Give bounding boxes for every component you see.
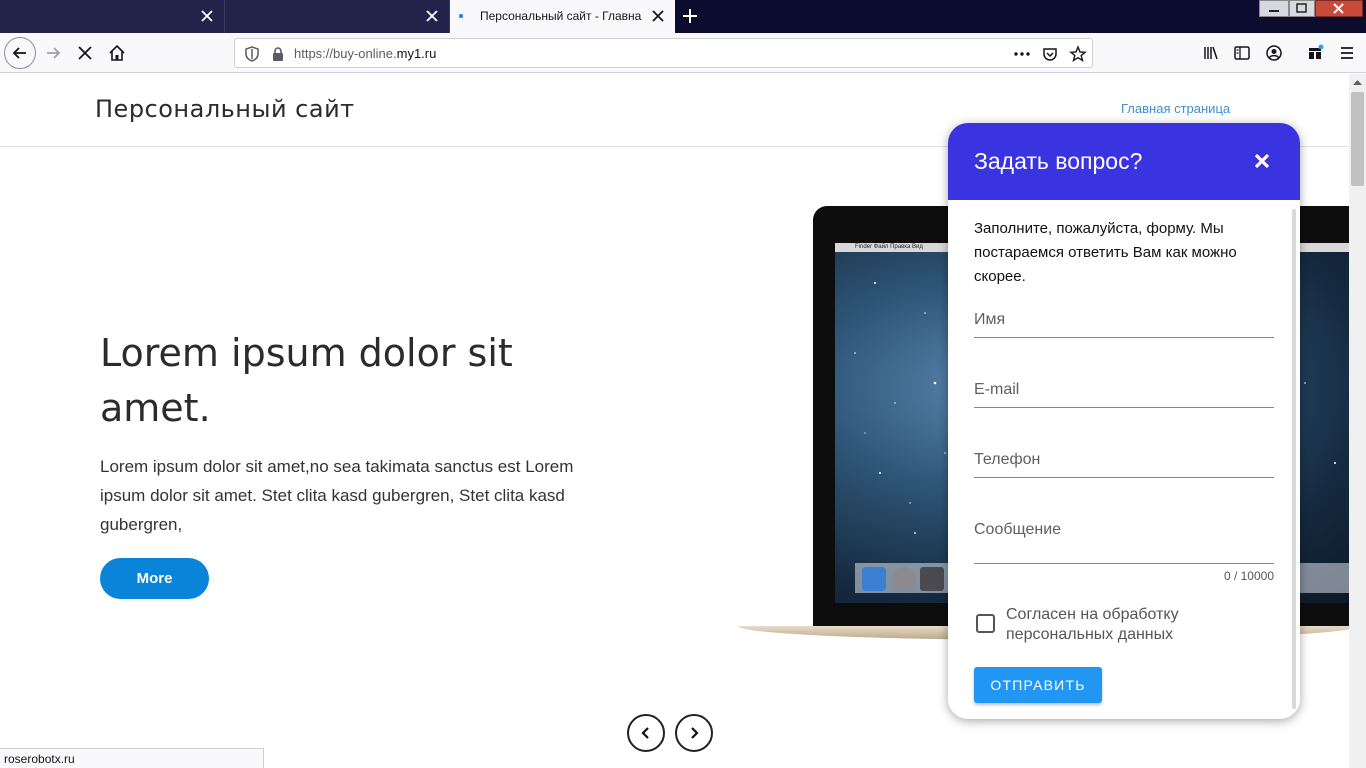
scroll-up-icon — [1353, 80, 1362, 85]
navigation-toolbar: https://buy-online.my1.ru — [0, 33, 1366, 73]
tab-2[interactable] — [225, 0, 450, 33]
submit-button[interactable]: ОТПРАВИТЬ — [974, 667, 1102, 703]
dialog-header: Задать вопрос? — [948, 123, 1300, 200]
site-title[interactable]: Персональный сайт — [95, 95, 355, 123]
email-field[interactable] — [974, 379, 1274, 408]
hero-text: Lorem ipsum dolor sit amet,no sea takima… — [100, 457, 574, 534]
minimize-window-icon[interactable] — [1259, 0, 1289, 17]
close-tab-icon[interactable] — [425, 9, 439, 23]
stop-loading-button[interactable] — [70, 38, 100, 68]
page-scrollbar[interactable] — [1349, 74, 1366, 768]
back-button[interactable] — [4, 37, 36, 69]
chevron-left-icon — [641, 727, 649, 739]
bookmark-star-icon[interactable] — [1069, 45, 1087, 63]
message-field[interactable] — [974, 521, 1274, 564]
account-icon[interactable] — [1259, 38, 1289, 68]
tab-1[interactable] — [0, 0, 225, 33]
url-domain: my1.ru — [396, 46, 437, 61]
maximize-window-icon[interactable] — [1289, 0, 1315, 17]
dialog-title: Задать вопрос? — [974, 148, 1143, 174]
nav-link-home[interactable]: Главная страница — [1121, 101, 1230, 116]
phone-input[interactable] — [974, 451, 1274, 469]
forward-button[interactable] — [38, 38, 68, 68]
email-input[interactable] — [974, 381, 1274, 399]
page-actions-icon[interactable] — [1013, 45, 1031, 63]
sidebar-icon[interactable] — [1227, 38, 1257, 68]
new-tab-icon[interactable] — [681, 7, 699, 25]
shield-icon[interactable] — [243, 45, 261, 63]
url-prefix: https://buy-online. — [294, 46, 397, 61]
library-icon[interactable] — [1196, 38, 1226, 68]
extensions-icon[interactable] — [1300, 38, 1330, 68]
close-tab-icon[interactable] — [651, 9, 665, 23]
arrow-right-icon — [47, 47, 61, 59]
close-tab-icon[interactable] — [200, 9, 214, 23]
tab-title: Персональный сайт - Главная — [480, 9, 642, 23]
loading-dot-icon — [459, 14, 463, 18]
hero-title: Lorem ipsum dolor sit amet. — [100, 331, 513, 430]
more-button[interactable]: More — [100, 558, 209, 599]
carousel-next-button[interactable] — [675, 714, 713, 752]
lock-icon[interactable] — [269, 45, 287, 63]
dialog-scrollbar[interactable] — [1292, 209, 1296, 709]
url-text[interactable]: https://buy-online.my1.ru — [294, 46, 436, 61]
consent-label[interactable]: Согласен на обработку персональных данны… — [1006, 605, 1236, 645]
stop-icon — [78, 46, 92, 60]
home-icon — [109, 44, 125, 61]
chevron-right-icon — [691, 727, 699, 739]
tab-strip: Персональный сайт - Главная — [0, 0, 1366, 33]
name-input[interactable] — [974, 311, 1274, 329]
browser-window: Персональный сайт - Главная https://buy-… — [0, 0, 1366, 768]
arrow-left-icon — [12, 47, 26, 59]
question-dialog: Задать вопрос? Заполните, пожалуйста, фо… — [948, 123, 1300, 719]
status-bar: roserobotx.ru — [0, 748, 264, 768]
pocket-icon[interactable] — [1041, 45, 1059, 63]
close-icon[interactable] — [1252, 151, 1272, 171]
carousel-prev-button[interactable] — [627, 714, 665, 752]
menu-hamburger-icon[interactable] — [1332, 38, 1362, 68]
message-textarea[interactable] — [974, 521, 1274, 551]
consent-checkbox[interactable] — [976, 614, 995, 633]
address-bar[interactable]: https://buy-online.my1.ru — [234, 38, 1093, 68]
scrollbar-thumb[interactable] — [1351, 92, 1364, 186]
dialog-intro: Заполните, пожалуйста, форму. Мы постара… — [974, 220, 1237, 285]
home-button[interactable] — [102, 38, 132, 68]
name-field[interactable] — [974, 309, 1274, 338]
phone-field[interactable] — [974, 449, 1274, 478]
tab-active[interactable]: Персональный сайт - Главная — [450, 0, 675, 33]
character-counter: 0 / 10000 — [1223, 569, 1274, 583]
close-window-icon[interactable] — [1315, 0, 1363, 17]
